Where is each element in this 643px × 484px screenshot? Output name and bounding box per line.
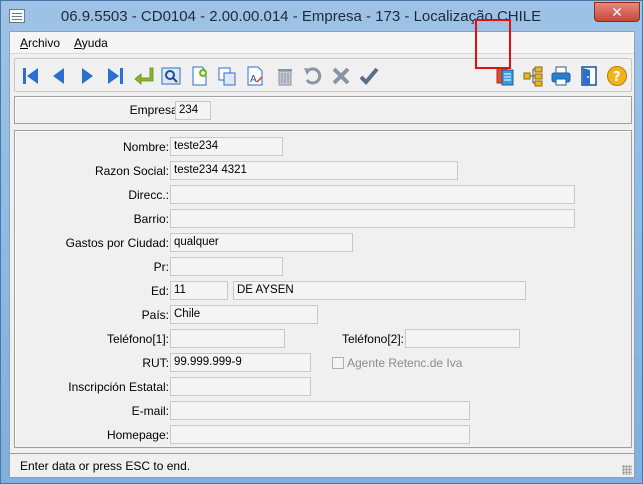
tree-structure-icon[interactable] [521, 64, 545, 88]
help-icon[interactable]: ? [605, 64, 629, 88]
agente-label: Agente Retenc.de Iva [347, 356, 463, 370]
company-form-panel: Nombre: teste234 Razon Social: teste234 … [14, 130, 632, 448]
svg-text:A: A [250, 74, 257, 85]
barrio-label: Barrio: [133, 212, 169, 226]
menu-bar: Archivo Ayuda [10, 32, 634, 54]
telefono2-field[interactable] [405, 329, 520, 348]
app-window: 06.9.5503 - CD0104 - 2.00.00.014 - Empre… [0, 0, 643, 484]
edit-record-icon[interactable]: A [243, 64, 267, 88]
empresa-field[interactable]: 234 [175, 101, 211, 120]
empresa-panel: Empresa: 234 [14, 96, 632, 124]
email-field[interactable] [170, 401, 470, 420]
pais-label: País: [141, 308, 169, 322]
direcc-label: Direcc.: [128, 188, 169, 202]
previous-record-icon[interactable] [47, 64, 71, 88]
pr-label: Pr: [153, 260, 169, 274]
telefono1-label: Teléfono[1]: [106, 332, 169, 346]
pr-field[interactable] [170, 257, 283, 276]
status-text: Enter data or press ESC to end. [20, 459, 191, 473]
new-record-icon[interactable] [187, 64, 211, 88]
next-record-icon[interactable] [75, 64, 99, 88]
delete-trash-icon[interactable] [273, 64, 297, 88]
search-icon[interactable] [159, 64, 183, 88]
exit-door-icon[interactable] [577, 64, 601, 88]
nombre-label: Nombre: [122, 140, 169, 154]
agente-checkbox[interactable] [332, 357, 344, 369]
save-check-icon[interactable] [357, 64, 381, 88]
inscripcion-field[interactable] [170, 377, 311, 396]
telefono2-label: Teléfono[2]: [341, 332, 404, 346]
inscripcion-label: Inscripción Estatal: [68, 380, 169, 394]
menu-ayuda[interactable]: Ayuda [74, 36, 108, 50]
resize-grip[interactable] [622, 465, 632, 475]
svg-text:?: ? [613, 70, 621, 85]
ed-name-field: DE AYSEN [233, 281, 526, 300]
gastos-field[interactable]: qualquer [170, 233, 353, 252]
title-bar[interactable]: 06.9.5503 - CD0104 - 2.00.00.014 - Empre… [1, 1, 642, 31]
rut-field[interactable]: 99.999.999-9 [170, 353, 311, 372]
nombre-field[interactable]: teste234 [170, 137, 283, 156]
rut-label: RUT: [142, 356, 169, 370]
telefono1-field[interactable] [170, 329, 285, 348]
ed-code-field[interactable]: 11 [170, 281, 228, 300]
email-label: E-mail: [131, 404, 169, 418]
ed-label: Ed: [150, 284, 169, 298]
homepage-label: Homepage: [106, 428, 169, 442]
razon-social-field[interactable]: teste234 4321 [170, 161, 458, 180]
client-area: Archivo Ayuda A ? Empresa: 234 Nombre: t… [9, 31, 635, 478]
copy-record-icon[interactable] [215, 64, 239, 88]
empresa-label: Empresa: [129, 103, 181, 117]
gastos-label: Gastos por Ciudad: [65, 236, 169, 250]
confirm-enter-icon[interactable] [131, 64, 155, 88]
menu-archivo[interactable]: Archivo [20, 36, 60, 50]
toolbar: A ? [14, 58, 632, 92]
close-button[interactable]: ✕ [594, 2, 640, 22]
homepage-field[interactable] [170, 425, 470, 444]
razon-social-label: Razon Social: [94, 164, 169, 178]
last-record-icon[interactable] [103, 64, 127, 88]
status-bar: Enter data or press ESC to end. [10, 453, 634, 477]
pais-field[interactable]: Chile [170, 305, 318, 324]
barrio-field[interactable] [170, 209, 575, 228]
print-icon[interactable] [549, 64, 573, 88]
direcc-field[interactable] [170, 185, 575, 204]
undo-icon[interactable] [301, 64, 325, 88]
documents-highlight [475, 19, 511, 69]
cancel-x-icon[interactable] [329, 64, 353, 88]
window-title: 06.9.5503 - CD0104 - 2.00.00.014 - Empre… [60, 8, 542, 25]
first-record-icon[interactable] [19, 64, 43, 88]
